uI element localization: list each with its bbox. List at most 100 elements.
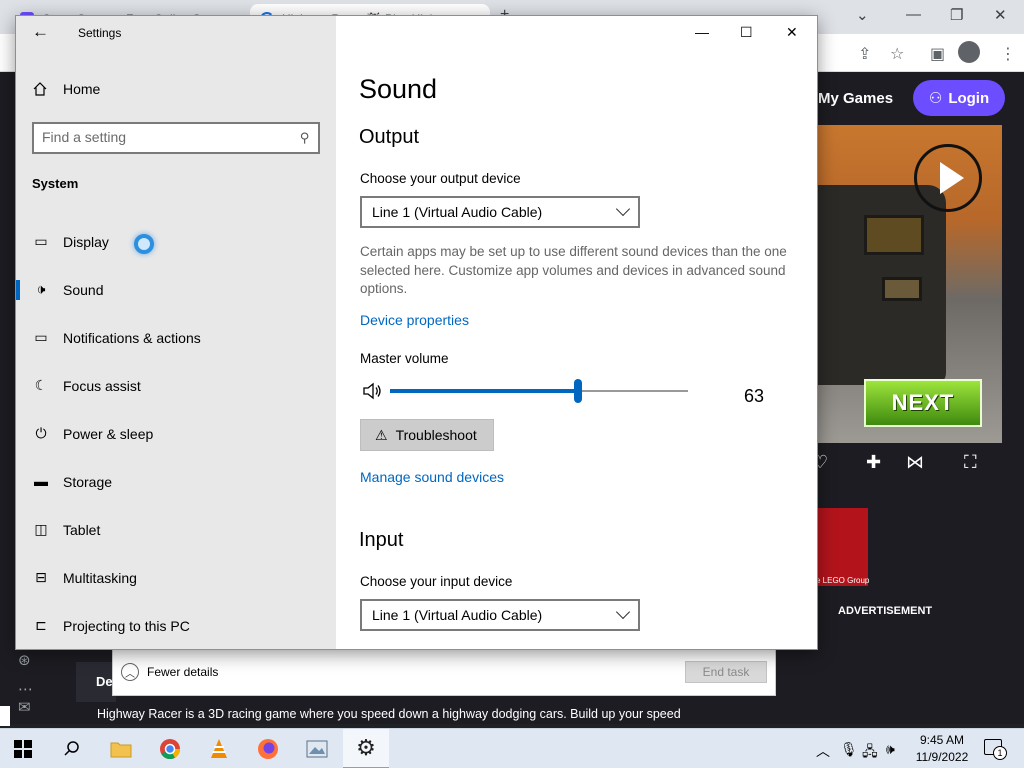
user-icon: ⚇	[928, 90, 943, 107]
home-icon	[33, 82, 47, 96]
window-title: Settings	[78, 26, 122, 40]
master-volume-slider[interactable]	[390, 379, 688, 403]
input-device-dropdown[interactable]: Line 1 (Virtual Audio Cable)	[360, 599, 640, 631]
sidebar-item-display[interactable]: ▭ Display	[16, 220, 336, 264]
device-properties-link[interactable]: Device properties	[360, 312, 469, 328]
close-icon[interactable]: ✕	[994, 6, 1007, 24]
advertisement-label: ADVERTISEMENT	[838, 605, 933, 617]
share-icon[interactable]: ⇪	[858, 44, 871, 64]
login-label: Login	[948, 89, 990, 107]
network-icon[interactable]: 🖧	[862, 741, 878, 765]
firefox-icon	[258, 739, 278, 759]
storage-icon: ▬	[34, 473, 48, 489]
truck-image	[816, 185, 946, 385]
master-volume-value: 63	[744, 386, 765, 406]
sidebar-item-notifications[interactable]: ▭ Notifications & actions	[16, 316, 336, 360]
fullscreen-icon[interactable]: ⛶	[964, 452, 977, 473]
gear-icon: ⚙	[356, 735, 376, 760]
troubleshoot-label: Troubleshoot	[395, 427, 477, 443]
notifications-icon: ▭	[34, 328, 48, 345]
clock-time: 9:45 AM	[919, 733, 965, 747]
file-explorer-button[interactable]	[98, 729, 144, 768]
details-tab[interactable]: De	[76, 662, 116, 702]
lego-ad-image[interactable]	[816, 508, 868, 586]
volume-icon[interactable]	[362, 382, 382, 400]
chevron-up-icon[interactable]: ︿	[121, 663, 139, 681]
tab-search-icon[interactable]: ⌄	[856, 6, 869, 24]
microphone-icon[interactable]: 🎙	[840, 741, 858, 758]
start-button[interactable]	[0, 729, 46, 768]
search-icon	[64, 741, 79, 756]
speaker-icon[interactable]: 🕪	[886, 741, 895, 758]
close-icon[interactable]: ✕	[786, 24, 798, 41]
profile-avatar-icon[interactable]	[958, 41, 980, 63]
side-panel-icon[interactable]: ▣	[930, 44, 945, 64]
screenshot-app-button[interactable]	[294, 729, 340, 768]
next-button[interactable]: NEXT	[864, 379, 982, 427]
chrome-button[interactable]	[147, 729, 193, 768]
vlc-icon	[211, 739, 227, 758]
output-device-dropdown[interactable]: Line 1 (Virtual Audio Cable)	[360, 196, 640, 228]
sidebar-item-label: Multitasking	[63, 570, 137, 586]
chevron-down-icon	[615, 604, 631, 620]
end-task-button[interactable]: End task	[685, 661, 767, 683]
share-game-icon[interactable]: ⋈	[906, 452, 924, 473]
search-icon[interactable]: ⚲	[300, 130, 310, 146]
steering-wheel-icon[interactable]: ⊛	[18, 651, 31, 669]
sidebar-item-tablet[interactable]: ◫ Tablet	[16, 508, 336, 552]
browser-menu-icon[interactable]: ⋮	[1000, 44, 1016, 64]
sidebar-item-projecting[interactable]: ⊏ Projecting to this PC	[16, 604, 336, 648]
input-heading: Input	[359, 529, 404, 551]
sidebar-item-focus-assist[interactable]: ☾ Focus assist	[16, 364, 336, 408]
minimize-icon[interactable]: —	[906, 6, 921, 23]
my-games-link[interactable]: My Games	[818, 90, 893, 107]
nav-home[interactable]: Home	[63, 81, 100, 97]
sidebar-item-label: Projecting to this PC	[63, 618, 190, 634]
clock-date: 11/9/2022	[915, 750, 969, 764]
taskbar: ⚙ ︿ 🎙 🖧 🕪 9:45 AM 11/9/2022	[0, 728, 1024, 768]
troubleshoot-button[interactable]: ⚠ Troubleshoot	[360, 419, 494, 451]
section-heading-system: System	[32, 176, 79, 191]
sidebar-item-label: Sound	[63, 282, 104, 298]
gamepad-icon[interactable]: ✚	[866, 452, 881, 473]
sound-icon: 🕩	[36, 280, 46, 297]
sidebar-item-storage[interactable]: ▬ Storage	[16, 460, 336, 504]
settings-app-button[interactable]: ⚙	[343, 729, 389, 768]
chrome-icon	[160, 739, 181, 760]
find-setting-search[interactable]: ⚲	[32, 122, 320, 154]
photos-icon	[306, 740, 328, 758]
slider-thumb[interactable]	[574, 379, 582, 403]
tablet-icon: ◫	[34, 520, 48, 537]
firefox-button[interactable]	[245, 729, 291, 768]
bookmark-star-icon[interactable]: ☆	[890, 44, 904, 64]
search-taskbar-button[interactable]	[49, 729, 95, 768]
folder-icon	[110, 742, 132, 758]
input-device-label: Choose your input device	[360, 574, 513, 589]
restore-icon[interactable]: ❐	[950, 6, 963, 24]
clock[interactable]: 9:45 AM 11/9/2022	[910, 732, 974, 766]
vlc-button[interactable]	[196, 729, 242, 768]
maximize-icon[interactable]: ☐	[740, 24, 753, 41]
minimize-icon[interactable]: —	[695, 24, 709, 40]
projecting-icon: ⊏	[35, 616, 47, 633]
search-input[interactable]	[42, 129, 282, 145]
chevron-up-icon[interactable]: ︿	[816, 741, 830, 761]
fewer-details-link[interactable]: Fewer details	[147, 665, 218, 679]
login-button[interactable]: ⚇ Login	[913, 80, 1005, 116]
sidebar-item-sound[interactable]: 🕩 Sound	[16, 268, 336, 312]
notification-count-badge: 1	[993, 746, 1007, 760]
back-arrow-icon[interactable]: ←	[32, 22, 49, 42]
manage-sound-devices-link[interactable]: Manage sound devices	[360, 469, 504, 485]
play-button-icon[interactable]	[914, 144, 982, 212]
chevron-down-icon	[615, 201, 631, 217]
mail-icon[interactable]: ✉	[18, 698, 31, 716]
sidebar-item-label: Power & sleep	[63, 426, 154, 442]
page-title: Sound	[359, 74, 438, 104]
power-icon: ⏻	[35, 424, 47, 441]
feedback-tab[interactable]	[0, 706, 10, 726]
sidebar-item-label: Focus assist	[63, 378, 141, 394]
sidebar-item-power-sleep[interactable]: ⏻ Power & sleep	[16, 412, 336, 456]
sidebar-item-multitasking[interactable]: ⊟ Multitasking	[16, 556, 336, 600]
more-icon[interactable]: ⋯	[18, 680, 33, 698]
windows-logo-icon	[14, 740, 32, 758]
